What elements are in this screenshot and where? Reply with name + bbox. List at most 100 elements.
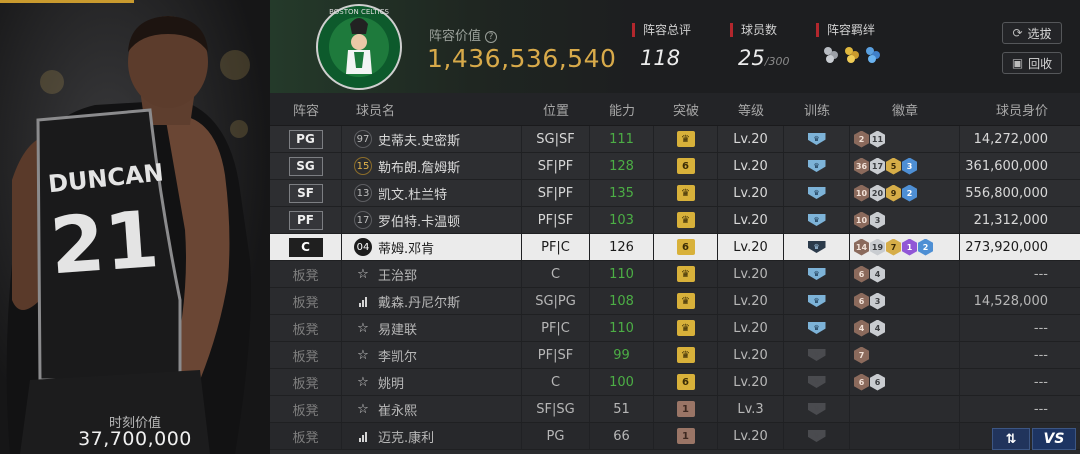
player-name-cell[interactable]: 15 勒布朗.詹姆斯 <box>342 153 522 179</box>
breakthrough-icon[interactable]: ♛ <box>676 320 695 336</box>
badge-hex-silver[interactable]: 11 <box>870 130 885 148</box>
training-shield-icon[interactable]: ♛ <box>807 214 826 226</box>
table-row[interactable]: SG 15 勒布朗.詹姆斯 SF|PF 128 6 Lv.20 ♛ 36 17 5 3 … <box>270 153 1080 180</box>
breakthrough-icon[interactable]: ♛ <box>676 131 695 147</box>
badge-hex-brown[interactable]: 4 <box>854 319 869 337</box>
position-cell: SG|SF <box>522 126 590 152</box>
training-shield-icon[interactable]: ♛ <box>807 187 826 199</box>
table-row[interactable]: PF 17 罗伯特.卡温顿 PF|SF 103 ♛ Lv.20 ♛ 10 3 21,… <box>270 207 1080 234</box>
level-cell: Lv.20 <box>718 207 784 233</box>
player-worth-cell: 273,920,000 <box>965 239 1048 255</box>
breakthrough-icon[interactable]: ♛ <box>676 293 695 309</box>
blue-people-icon[interactable] <box>866 47 884 63</box>
badges-cell: 66 <box>850 369 960 395</box>
gold-people-icon[interactable] <box>845 47 863 63</box>
player-name-cell[interactable]: 迈克.康利 <box>342 423 522 449</box>
breakthrough-icon[interactable]: 6 <box>676 374 695 390</box>
breakthrough-icon[interactable]: 6 <box>676 239 695 255</box>
level-cell: Lv.20 <box>718 315 784 341</box>
breakthrough-icon[interactable]: 6 <box>676 158 695 174</box>
position-cell: PG <box>522 423 590 449</box>
table-header: 阵容 球员名 位置 能力 突破 等级 训练 徽章 球员身价 <box>270 93 1080 126</box>
badge-hex-silver[interactable]: 17 <box>870 157 885 175</box>
training-shield-icon[interactable]: ♛ <box>807 349 826 361</box>
badge-hex-brown[interactable]: 10 <box>854 211 869 229</box>
player-name-cell[interactable]: ☆ 李凯尔 <box>342 342 522 368</box>
table-row[interactable]: 板凳 迈克.康利 PG 66 1 Lv.20 ♛ 1 <box>270 423 1080 450</box>
badge-hex-silver[interactable]: 3 <box>870 211 885 229</box>
player-name-cell[interactable]: 戴森.丹尼尔斯 <box>342 288 522 314</box>
badges-cell: 63 <box>850 288 960 314</box>
player-name-cell[interactable]: 97 史蒂夫.史密斯 <box>342 126 522 152</box>
breakthrough-icon[interactable]: ♛ <box>676 266 695 282</box>
training-cell: ♛ <box>784 423 850 449</box>
badge-hex-silver[interactable]: 6 <box>870 373 885 391</box>
table-row[interactable]: 板凳 ☆ 王治郅 C 110 ♛ Lv.20 ♛ 64 --- <box>270 261 1080 288</box>
badge-hex-purple[interactable]: 1 <box>902 238 917 256</box>
breakthrough-icon[interactable]: ♛ <box>676 347 695 363</box>
training-shield-icon[interactable]: ♛ <box>807 430 826 442</box>
table-row[interactable]: 板凳 ☆ 崔永熙 SF|SG 51 1 Lv.3 ♛ --- <box>270 396 1080 423</box>
training-shield-icon[interactable]: ♛ <box>807 241 826 253</box>
badge-hex-silver[interactable]: 3 <box>870 292 885 310</box>
player-name-cell[interactable]: ☆ 崔永熙 <box>342 396 522 422</box>
overall-rating-block: 阵容总评 118 <box>632 23 691 70</box>
vs-button[interactable]: VS <box>1032 428 1076 450</box>
badge-hex-silver[interactable]: 19 <box>870 238 885 256</box>
training-shield-icon[interactable]: ♛ <box>807 268 826 280</box>
table-row[interactable]: C 04 蒂姆.邓肯 PF|C 126 6 Lv.20 ♛ 14 19 7 1 2 273… <box>270 234 1080 261</box>
badge-hex-brown[interactable]: 2 <box>854 130 869 148</box>
table-row[interactable]: 板凳 ☆ 李凯尔 PF|SF 99 ♛ Lv.20 ♛ 7 --- <box>270 342 1080 369</box>
player-name-cell[interactable]: 17 罗伯特.卡温顿 <box>342 207 522 233</box>
star-rank-icon: ☆ <box>357 266 369 282</box>
player-worth-cell: 14,528,000 <box>973 293 1048 309</box>
table-row[interactable]: 板凳 ☆ 姚明 C 100 6 Lv.20 ♛ 66 --- <box>270 369 1080 396</box>
badge-hex-brown[interactable]: 6 <box>854 292 869 310</box>
training-cell: ♛ <box>784 396 850 422</box>
recycle-button[interactable]: ▣ 回收 <box>1002 52 1062 74</box>
badge-hex-brown[interactable]: 14 <box>854 238 869 256</box>
table-row[interactable]: 板凳 ☆ 易建联 PF|C 110 ♛ Lv.20 ♛ 44 --- <box>270 315 1080 342</box>
help-icon[interactable]: ? <box>485 31 498 43</box>
ability-cell: 128 <box>590 153 654 179</box>
player-name-cell[interactable]: 04 蒂姆.邓肯 <box>342 234 522 260</box>
badge-hex-blue[interactable]: 3 <box>902 157 917 175</box>
badge-hex-gold[interactable]: 7 <box>886 238 901 256</box>
jersey-number-badge: 04 <box>354 238 372 256</box>
badge-hex-silver[interactable]: 4 <box>870 319 885 337</box>
select-button[interactable]: ⟳ 选拔 <box>1002 22 1062 44</box>
breakthrough-icon[interactable]: ♛ <box>676 212 695 228</box>
training-shield-icon[interactable]: ♛ <box>807 133 826 145</box>
badge-hex-brown[interactable]: 7 <box>854 346 869 364</box>
training-shield-icon[interactable]: ♛ <box>807 403 826 415</box>
breakthrough-icon[interactable]: ♛ <box>676 185 695 201</box>
badge-hex-brown[interactable]: 36 <box>854 157 869 175</box>
badge-hex-blue[interactable]: 2 <box>902 184 917 202</box>
silver-people-icon[interactable] <box>824 47 842 63</box>
player-name-cell[interactable]: ☆ 姚明 <box>342 369 522 395</box>
training-shield-icon[interactable]: ♛ <box>807 295 826 307</box>
player-name-cell[interactable]: ☆ 王治郅 <box>342 261 522 287</box>
badge-hex-brown[interactable]: 6 <box>854 373 869 391</box>
player-name-cell[interactable]: ☆ 易建联 <box>342 315 522 341</box>
badge-hex-gold[interactable]: 5 <box>886 157 901 175</box>
training-shield-icon[interactable]: ♛ <box>807 376 826 388</box>
swap-button[interactable]: ⇅ <box>992 428 1030 450</box>
badge-hex-brown[interactable]: 10 <box>854 184 869 202</box>
badge-hex-blue[interactable]: 2 <box>918 238 933 256</box>
player-name: 罗伯特.卡温顿 <box>378 214 461 230</box>
table-row[interactable]: SF 13 凯文.杜兰特 SF|PF 135 ♛ Lv.20 ♛ 10 20 9 2 5… <box>270 180 1080 207</box>
player-name-cell[interactable]: 13 凯文.杜兰特 <box>342 180 522 206</box>
player-portrait-panel: DUNCAN 21 时刻价值 37,700,000 <box>0 0 270 454</box>
training-shield-icon[interactable]: ♛ <box>807 160 826 172</box>
badge-hex-silver[interactable]: 20 <box>870 184 885 202</box>
badge-hex-gold[interactable]: 9 <box>886 184 901 202</box>
breakthrough-icon[interactable]: 1 <box>676 428 695 444</box>
badge-hex-brown[interactable]: 6 <box>854 265 869 283</box>
table-row[interactable]: 板凳 戴森.丹尼尔斯 SG|PG 108 ♛ Lv.20 ♛ 63 14,528… <box>270 288 1080 315</box>
bench-label: 板凳 <box>292 322 319 338</box>
breakthrough-icon[interactable]: 1 <box>676 401 695 417</box>
badge-hex-silver[interactable]: 4 <box>870 265 885 283</box>
table-row[interactable]: PG 97 史蒂夫.史密斯 SG|SF 111 ♛ Lv.20 ♛ 2 11 14,… <box>270 126 1080 153</box>
training-shield-icon[interactable]: ♛ <box>807 322 826 334</box>
